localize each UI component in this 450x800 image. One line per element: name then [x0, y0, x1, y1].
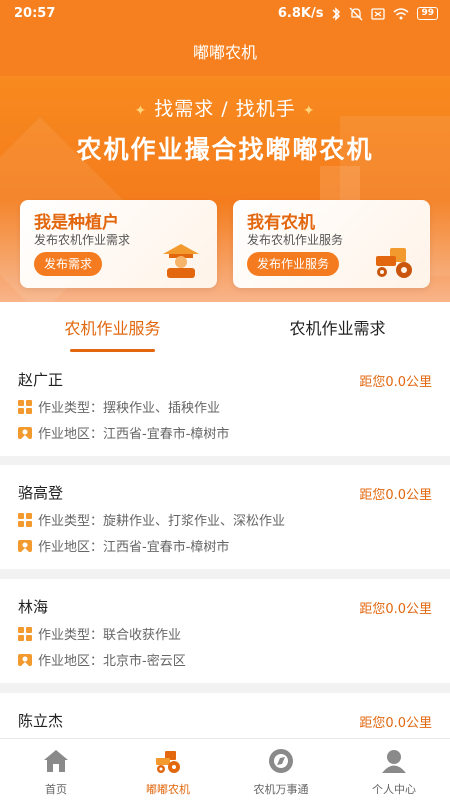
card-title: 我是种植户 — [34, 213, 119, 233]
home-icon — [44, 750, 68, 772]
map-pin-icon — [18, 653, 32, 666]
status-right: 6.8K/s 99 — [278, 6, 438, 21]
work-area: 作业地区：北京市-密云区 — [38, 654, 186, 669]
operator-name: 陈立杰 — [18, 712, 64, 730]
distance-label: 距您0.0公里 — [359, 488, 432, 503]
nav-profile[interactable]: 个人中心 — [338, 739, 450, 800]
sparkle-icon: ✦ — [134, 103, 148, 119]
grid-icon — [18, 399, 32, 414]
sparkle-icon: ✦ — [302, 103, 316, 119]
compass-icon — [269, 749, 293, 773]
nav-machine-encyclopedia[interactable]: 农机万事通 — [225, 739, 337, 800]
map-pin-icon — [18, 426, 32, 439]
tab-bar: 农机作业服务 农机作业需求 — [0, 302, 450, 352]
distance-label: 距您0.0公里 — [359, 602, 432, 617]
work-type: 作业类型：摆秧作业、插秧作业 — [38, 401, 221, 416]
tractor-icon — [156, 751, 180, 773]
bluetooth-icon — [332, 6, 341, 21]
tab-machine-demands[interactable]: 农机作业需求 — [225, 302, 450, 352]
bottom-nav: 首页 嘟嘟农机 农机万事通 个人中心 — [0, 738, 450, 800]
banner-sub-left: 找需求 — [154, 98, 215, 120]
no-sim-icon — [371, 7, 386, 20]
publish-service-button[interactable]: 发布作业服务 — [247, 252, 340, 276]
nav-label: 首页 — [45, 783, 67, 796]
work-type-row: 作业类型：旋耕作业、打浆作业、深松作业 — [18, 510, 285, 529]
mute-bell-icon — [350, 7, 363, 20]
nav-label: 嘟嘟农机 — [146, 783, 190, 796]
card-title: 我有农机 — [247, 213, 315, 233]
map-pin-icon — [18, 539, 32, 552]
tractor-icon — [376, 248, 412, 278]
nav-label: 农机万事通 — [253, 783, 309, 796]
work-type: 作业类型：联合收获作业 — [38, 628, 182, 643]
user-icon — [382, 750, 406, 773]
status-time: 20:57 — [14, 6, 56, 21]
tab-label: 农机作业需求 — [289, 319, 386, 338]
card-subtitle: 发布农机作业需求 — [34, 233, 131, 247]
work-area-row: 作业地区：江西省-宜春市-樟树市 — [18, 536, 229, 555]
nav-dudu-machine[interactable]: 嘟嘟农机 — [112, 739, 224, 800]
page-title: 嘟嘟农机 — [0, 30, 450, 76]
operator-name: 骆高登 — [18, 484, 64, 502]
farmer-icon — [163, 244, 199, 278]
work-area: 作业地区：江西省-宜春市-樟树市 — [38, 540, 230, 555]
operator-name: 林海 — [18, 598, 49, 616]
tab-label: 农机作业服务 — [64, 319, 161, 338]
list-item[interactable]: 骆高登 距您0.0公里 作业类型：旋耕作业、打浆作业、深松作业 作业地区：江西省… — [0, 465, 450, 569]
work-area: 作业地区：江西省-宜春市-樟树市 — [38, 427, 230, 442]
publish-demand-button[interactable]: 发布需求 — [34, 252, 103, 276]
distance-label: 距您0.0公里 — [359, 716, 432, 731]
farmer-card[interactable]: 我是种植户 发布农机作业需求 发布需求 — [20, 200, 217, 288]
work-area-row: 作业地区：江西省-宜春市-樟树市 — [18, 423, 229, 442]
banner-headline: 农机作业撮合找嘟嘟农机 — [76, 135, 374, 164]
network-speed: 6.8K/s — [277, 6, 324, 21]
work-type-row: 作业类型：联合收获作业 — [18, 624, 181, 643]
list-item[interactable]: 林海 距您0.0公里 作业类型：联合收获作业 作业地区：北京市-密云区 — [0, 579, 450, 683]
battery-icon: 99 — [417, 7, 438, 20]
work-type-row: 作业类型：摆秧作业、插秧作业 — [18, 397, 220, 416]
grid-icon — [18, 626, 32, 641]
list-item[interactable]: 赵广正 距您0.0公里 作业类型：摆秧作业、插秧作业 作业地区：江西省-宜春市-… — [0, 352, 450, 456]
machine-owner-card[interactable]: 我有农机 发布农机作业服务 发布作业服务 — [233, 200, 430, 288]
nav-label: 个人中心 — [372, 783, 416, 796]
banner-sub-right: 找机手 — [235, 98, 296, 120]
card-subtitle: 发布农机作业服务 — [247, 233, 344, 247]
nav-home[interactable]: 首页 — [0, 739, 112, 800]
tab-machine-services[interactable]: 农机作业服务 — [0, 302, 225, 352]
status-bar: 20:57 6.8K/s 99 — [0, 0, 450, 30]
distance-label: 距您0.0公里 — [359, 375, 432, 390]
work-type: 作业类型：旋耕作业、打浆作业、深松作业 — [38, 514, 286, 529]
banner-sub-separator: / — [221, 98, 229, 120]
wifi-icon — [393, 7, 409, 19]
banner-subtitle: ✦ 找需求 / 找机手 ✦ — [0, 94, 450, 121]
work-area-row: 作业地区：北京市-密云区 — [18, 650, 186, 669]
operator-name: 赵广正 — [18, 371, 64, 389]
grid-icon — [18, 512, 32, 527]
